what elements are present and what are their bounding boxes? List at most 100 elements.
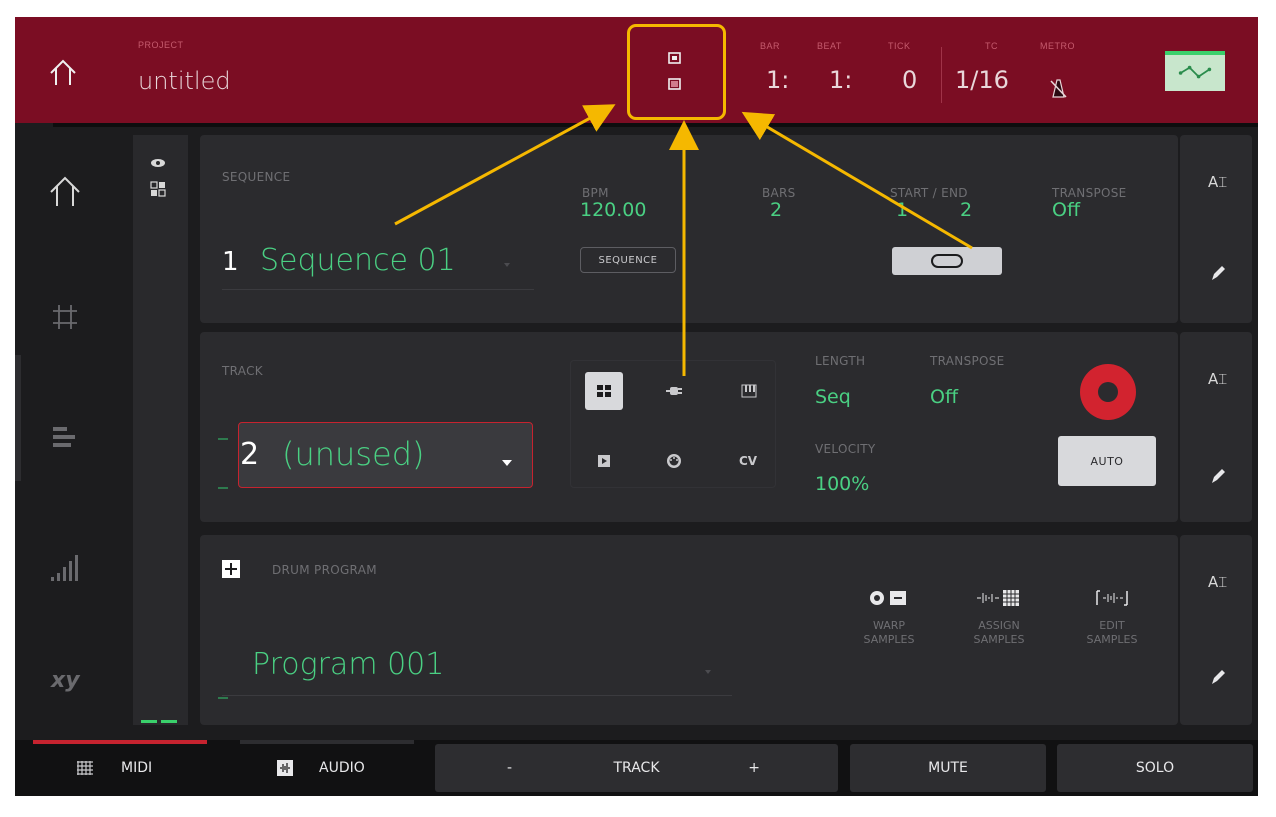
header-underline — [53, 123, 1258, 127]
track-transpose-label: TRANSPOSE — [930, 354, 1005, 368]
sequence-underline — [222, 289, 534, 290]
record-arm-button[interactable] — [1078, 362, 1138, 422]
warp-samples-button[interactable]: WARP SAMPLES — [843, 585, 935, 647]
track-panel: TRACK 2 (unused) CV LENGTH Seq TRANSPOSE… — [200, 332, 1178, 522]
warp-label-1: WARP — [872, 619, 906, 632]
velocity-value[interactable]: 100% — [815, 473, 869, 495]
clip-icon — [598, 455, 610, 467]
track-side-tools: A⌶ — [1180, 332, 1252, 522]
audio-tab[interactable]: AUDIO — [277, 744, 365, 792]
track-mark-top — [218, 438, 228, 440]
pad-grid-icon[interactable] — [150, 181, 166, 197]
clip-track-button[interactable] — [585, 442, 623, 480]
assign-samples-button[interactable]: ASSIGN SAMPLES — [953, 585, 1045, 647]
mpc-app-window: PROJECT untitled BAR 1: BEAT 1: TICK 0 T… — [15, 17, 1258, 796]
mute-button[interactable]: MUTE — [850, 744, 1046, 792]
levels-icon[interactable] — [45, 547, 85, 587]
assign-samples-icon — [977, 590, 1019, 606]
bpm-label: BPM — [582, 186, 609, 200]
bars-label: BARS — [762, 186, 796, 200]
edit-label-2: SAMPLES — [1086, 633, 1138, 646]
plugin-icon — [666, 387, 682, 395]
pencil-icon[interactable] — [1208, 263, 1228, 283]
program-side-tools: A⌶ — [1180, 535, 1252, 725]
seq-transpose-value[interactable]: Off — [1052, 199, 1080, 221]
bpm-value[interactable]: 120.00 — [580, 199, 646, 221]
eye-icon[interactable] — [150, 157, 166, 169]
loop-icon — [931, 254, 963, 268]
midi-icon — [667, 454, 681, 468]
pencil-icon[interactable] — [1208, 667, 1228, 687]
track-nav-label: TRACK — [613, 760, 660, 776]
bpm-mode-button[interactable]: SEQUENCE — [580, 247, 676, 273]
callout-highlight-box — [627, 24, 726, 120]
rename-icon[interactable]: A⌶ — [1208, 173, 1227, 191]
automation-button[interactable]: AUTO — [1058, 436, 1156, 486]
track-next-button[interactable]: + — [748, 760, 760, 776]
track-prev-button[interactable]: - — [507, 760, 512, 776]
edit-label-1: EDIT — [1099, 619, 1125, 632]
loop-button[interactable] — [892, 247, 1002, 275]
midi-tab-label: MIDI — [121, 760, 153, 776]
project-name[interactable]: untitled — [138, 67, 231, 95]
track-nav-button: - TRACK + — [435, 744, 838, 792]
edit-samples-button[interactable]: EDIT SAMPLES — [1066, 585, 1158, 647]
start-value[interactable]: 1 — [896, 199, 908, 221]
tick-field[interactable]: TICK 0 — [888, 41, 917, 94]
rename-icon[interactable]: A⌶ — [1208, 370, 1227, 388]
metronome-muted-icon[interactable] — [1047, 77, 1069, 99]
beat-label: BEAT — [817, 41, 842, 51]
bars-value[interactable]: 2 — [770, 199, 782, 221]
home-icon[interactable] — [43, 53, 83, 93]
automation-graph-icon[interactable] — [1165, 51, 1225, 91]
assign-label-2: SAMPLES — [973, 633, 1025, 646]
pencil-icon[interactable] — [1208, 466, 1228, 486]
beat-field[interactable]: BEAT 1: — [817, 41, 852, 94]
home-icon[interactable] — [45, 172, 85, 212]
midi-track-button[interactable] — [655, 442, 693, 480]
edit-samples-icon — [1096, 590, 1128, 606]
length-label: LENGTH — [815, 354, 866, 368]
audio-wave-icon — [277, 760, 293, 776]
chevron-down-icon[interactable] — [504, 263, 510, 267]
left-nav: xy — [15, 127, 132, 737]
tc-label: TC — [985, 41, 998, 51]
warp-label-2: SAMPLES — [863, 633, 915, 646]
bottom-bar: MIDI AUDIO - TRACK + MUTE SOLO — [15, 740, 1258, 796]
seq-transpose-label: TRANSPOSE — [1052, 186, 1127, 200]
bar-value: 1: — [766, 66, 790, 94]
grid-icon[interactable] — [45, 297, 85, 337]
end-value[interactable]: 2 — [960, 199, 972, 221]
bars-icon[interactable] — [45, 417, 85, 457]
rename-icon[interactable]: A⌶ — [1208, 573, 1227, 591]
mini-strip — [133, 135, 188, 725]
bar-label: BAR — [760, 41, 781, 51]
chevron-down-icon[interactable] — [502, 460, 512, 466]
track-transpose-value[interactable]: Off — [930, 386, 958, 408]
cv-track-button[interactable]: CV — [725, 442, 771, 480]
bar-field[interactable]: BAR 1: — [760, 41, 789, 94]
sequence-name[interactable]: Sequence 01 — [260, 243, 456, 278]
plugin-track-button[interactable] — [655, 372, 693, 410]
tc-field[interactable]: TC 1/16 — [955, 41, 1009, 94]
program-name[interactable]: Program 001 — [252, 647, 444, 682]
project-label: PROJECT — [138, 40, 184, 50]
audio-tab-label: AUDIO — [319, 760, 365, 776]
chevron-down-icon[interactable] — [705, 670, 711, 674]
metro-field[interactable]: METRO — [1040, 41, 1075, 51]
keygroup-track-button[interactable] — [730, 372, 768, 410]
track-name: (unused) — [282, 435, 425, 473]
solo-button[interactable]: SOLO — [1057, 744, 1253, 792]
tc-value: 1/16 — [955, 66, 1009, 94]
program-panel: DRUM PROGRAM Program 001 WARP SAMPLES AS… — [200, 535, 1178, 725]
add-program-icon[interactable] — [222, 560, 240, 578]
track-label: TRACK — [222, 364, 263, 378]
velocity-label: VELOCITY — [815, 442, 876, 456]
tc-divider — [941, 47, 942, 103]
sequence-label: SEQUENCE — [222, 170, 291, 184]
length-value[interactable]: Seq — [815, 386, 851, 408]
strip-level-indicator — [141, 720, 177, 723]
drum-track-button[interactable] — [585, 372, 623, 410]
midi-tab[interactable]: MIDI — [77, 744, 152, 792]
xy-icon[interactable]: xy — [45, 657, 85, 697]
